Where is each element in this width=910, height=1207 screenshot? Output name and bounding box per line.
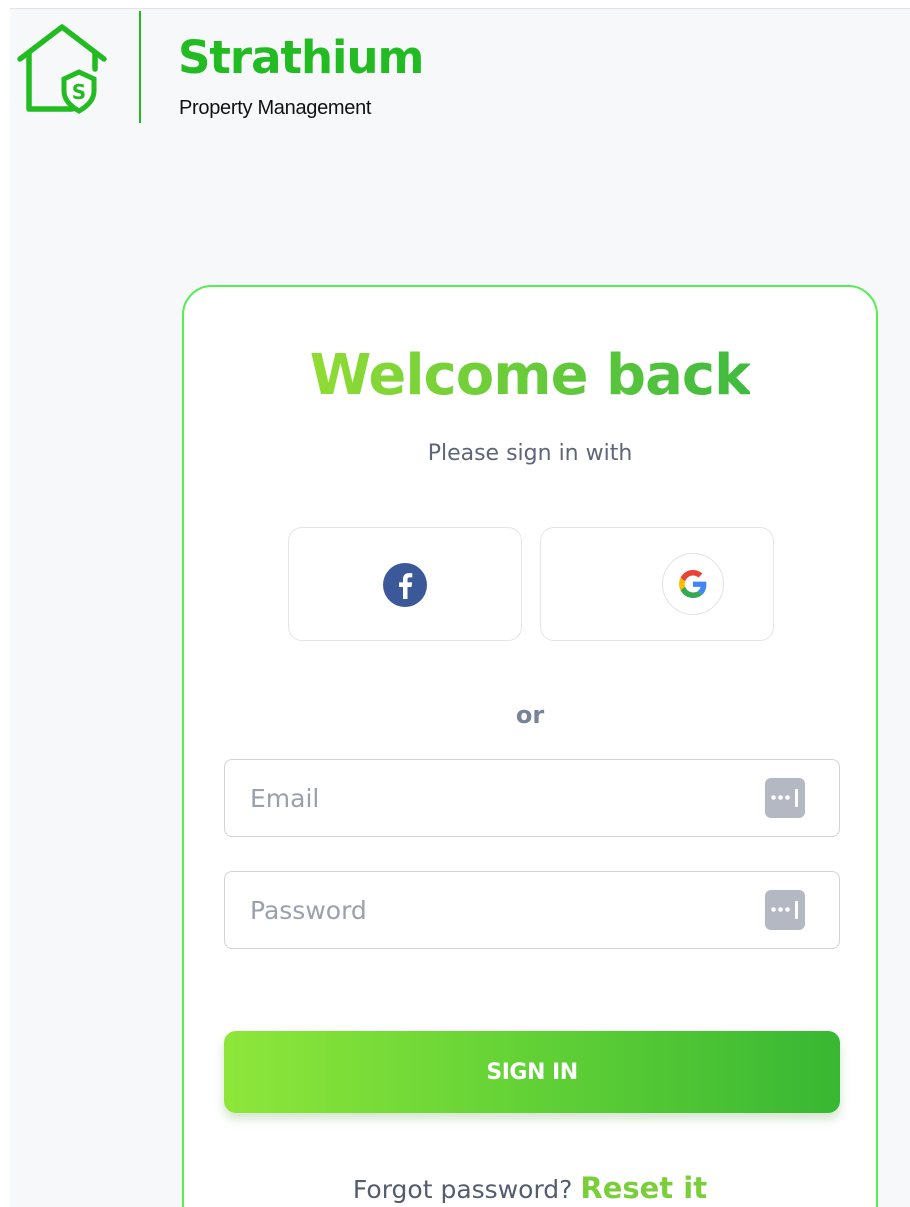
house-shield-icon: S	[17, 24, 107, 114]
reset-password-link[interactable]: Reset it	[580, 1171, 707, 1205]
login-page: S Strathium Property Management Welcome …	[10, 8, 910, 1207]
password-field	[224, 871, 840, 949]
brand-name: Strathium	[178, 31, 424, 84]
sign-in-subtitle: Please sign in with	[427, 441, 633, 466]
google-icon	[662, 553, 724, 615]
forgot-password-text: Forgot password?	[352, 1175, 573, 1204]
or-divider: or	[515, 701, 545, 729]
page-title: Welcome back	[184, 345, 876, 407]
email-field	[224, 759, 840, 837]
password-manager-key-icon[interactable]	[765, 778, 805, 818]
logo-letter: S	[72, 80, 86, 104]
password-input[interactable]	[225, 872, 745, 948]
facebook-icon	[383, 563, 427, 607]
facebook-sign-in-button[interactable]	[288, 527, 522, 641]
page-title-text: Welcome back	[309, 343, 752, 408]
email-input[interactable]	[225, 760, 745, 836]
google-sign-in-button[interactable]	[540, 527, 774, 641]
logo-divider	[139, 11, 141, 123]
forgot-password-row: Forgot password? Reset it	[184, 1171, 876, 1205]
sign-in-button[interactable]: SIGN IN	[224, 1031, 840, 1113]
brand-tagline: Property Management	[179, 97, 372, 119]
password-manager-key-icon[interactable]	[765, 890, 805, 930]
login-card: Welcome back Please sign in with or Emai…	[182, 285, 878, 1207]
